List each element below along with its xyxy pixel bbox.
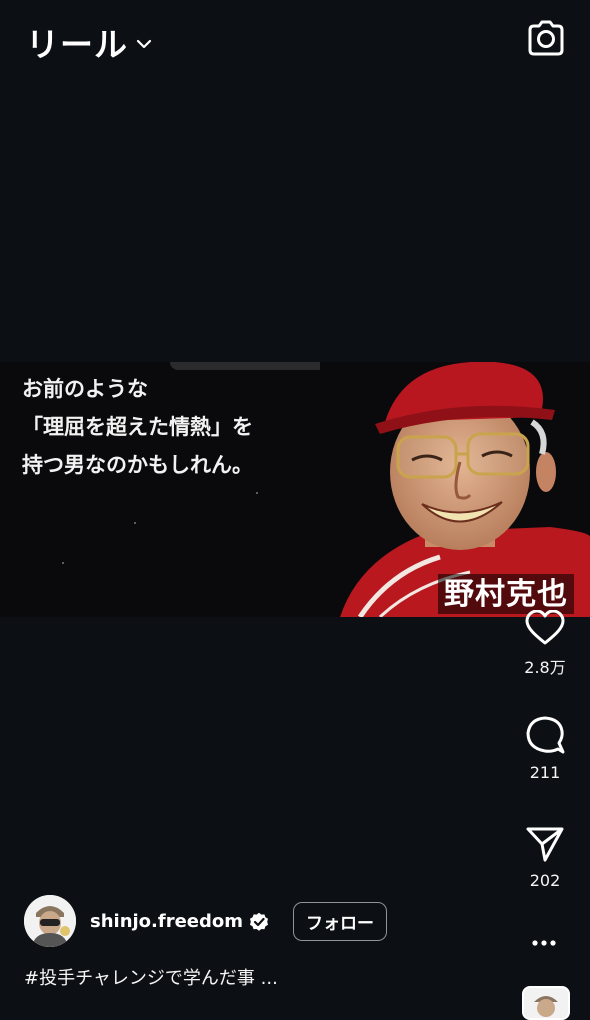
more-icon[interactable] bbox=[530, 932, 558, 954]
quote-line: 「理屈を超えた情熱」を bbox=[22, 414, 253, 439]
audio-thumbnail-image bbox=[524, 988, 568, 1018]
comment-action[interactable]: 211 bbox=[510, 715, 580, 782]
like-count: 2.8万 bbox=[524, 658, 566, 677]
post-author-row: shinjo.freedom フォロー bbox=[24, 893, 388, 949]
comment-icon[interactable] bbox=[525, 715, 565, 755]
comment-count: 211 bbox=[529, 763, 561, 782]
follow-button[interactable]: フォロー bbox=[293, 901, 388, 941]
background-speck bbox=[134, 522, 136, 524]
reels-header: リール bbox=[0, 0, 590, 80]
avatar-image bbox=[24, 895, 76, 947]
share-count: 202 bbox=[529, 871, 561, 890]
verified-badge-icon bbox=[250, 912, 269, 931]
send-icon[interactable] bbox=[525, 825, 565, 863]
camera-icon[interactable] bbox=[526, 20, 566, 58]
avatar[interactable] bbox=[24, 895, 76, 947]
chevron-down-icon bbox=[136, 39, 152, 49]
username[interactable]: shinjo.freedom bbox=[90, 911, 243, 932]
share-action[interactable]: 202 bbox=[510, 825, 580, 890]
video-quote-text: お前のような 「理屈を超えた情熱」を 持つ男なのかもしれん。 bbox=[22, 370, 253, 484]
background-speck bbox=[256, 492, 258, 494]
page-title: リール bbox=[26, 25, 128, 64]
reels-title-dropdown[interactable]: リール bbox=[26, 18, 152, 66]
quote-line: お前のような bbox=[22, 376, 148, 401]
quote-line: 持つ男なのかもしれん。 bbox=[22, 452, 253, 477]
audio-thumbnail[interactable] bbox=[522, 986, 570, 1020]
name-caption: 野村克也 bbox=[438, 574, 574, 614]
heart-icon[interactable] bbox=[525, 610, 565, 646]
background-speck bbox=[62, 562, 64, 564]
post-caption[interactable]: #投手チャレンジで学んだ事 ... bbox=[24, 964, 278, 990]
reel-video[interactable]: お前のような 「理屈を超えた情熱」を 持つ男なのかもしれん。 野村克也 bbox=[0, 362, 590, 617]
like-action[interactable]: 2.8万 bbox=[510, 610, 580, 678]
